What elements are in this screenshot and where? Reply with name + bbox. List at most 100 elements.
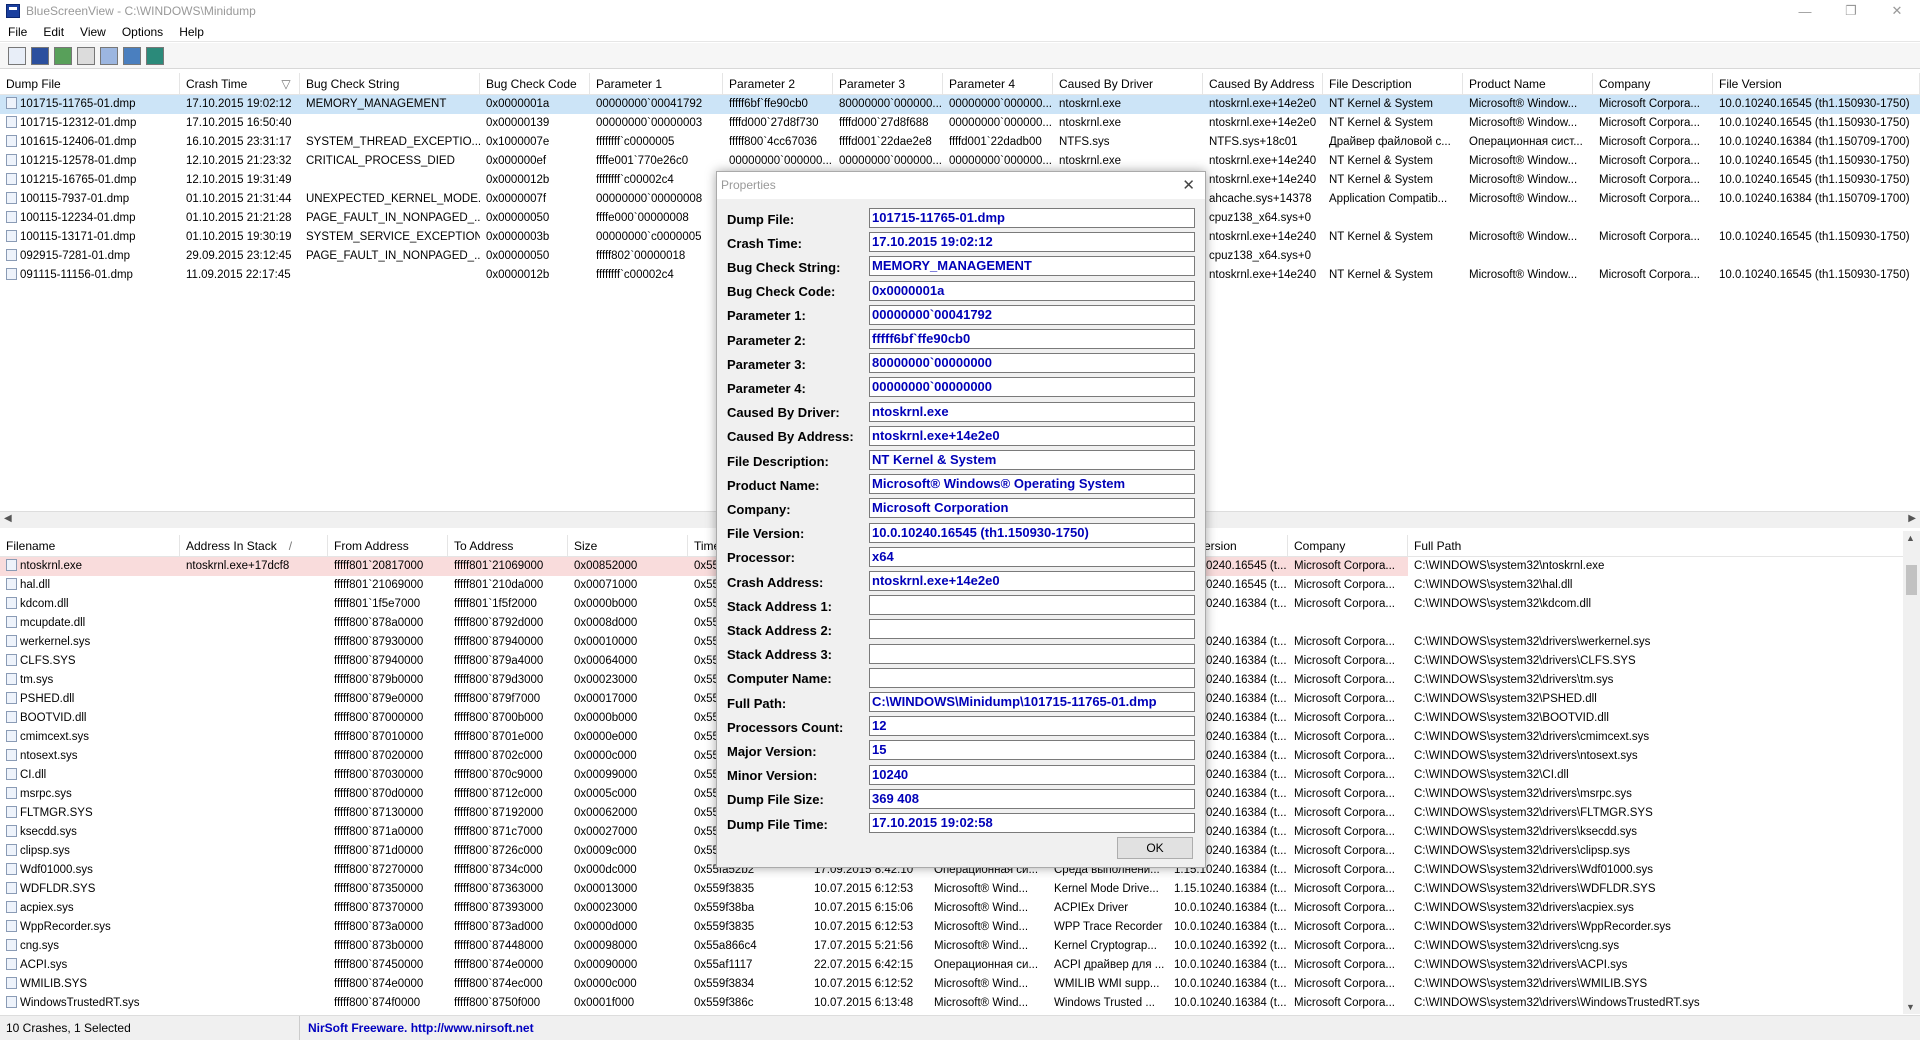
column-header[interactable]: File Version bbox=[1713, 73, 1920, 94]
column-header[interactable]: File Description bbox=[1323, 73, 1463, 94]
driver-cell bbox=[180, 823, 328, 842]
driver-cell-text: ACPIEx Driver bbox=[1054, 902, 1129, 914]
crash-cell bbox=[1593, 247, 1713, 266]
crash-row[interactable]: 101615-12406-01.dmp 16.10.2015 23:31:17 SY… bbox=[0, 133, 1920, 152]
driver-row[interactable]: ACPI.sys fffff800`87450000 fffff800`874e00… bbox=[0, 956, 1920, 975]
property-value-field[interactable]: 80000000`00000000 bbox=[869, 353, 1195, 374]
property-value-field[interactable]: ntoskrnl.exe+14e2e0 bbox=[869, 571, 1195, 591]
driver-row[interactable]: WppRecorder.sys fffff800`873a0000 fffff800… bbox=[0, 918, 1920, 937]
property-value-field[interactable]: ntoskrnl.exe+14e2e0 bbox=[869, 425, 1195, 446]
options-icon[interactable] bbox=[100, 46, 118, 65]
crash-cell-text: 00000000`000000... bbox=[729, 155, 832, 167]
scroll-right-icon[interactable]: ▶ bbox=[1908, 513, 1916, 524]
nirsoft-link[interactable]: NirSoft Freeware. http://www.nirsoft.net bbox=[300, 1021, 534, 1035]
property-value-field[interactable] bbox=[869, 595, 1195, 616]
column-header[interactable]: Company bbox=[1593, 73, 1713, 94]
properties-icon[interactable] bbox=[8, 46, 26, 65]
find-icon[interactable] bbox=[123, 46, 141, 65]
column-header[interactable]: Crash Time ▽ bbox=[180, 73, 300, 94]
crash-row[interactable]: 101715-12312-01.dmp 17.10.2015 16:50:40 0x… bbox=[0, 114, 1920, 133]
property-value-field[interactable]: Microsoft® Windows® Operating System bbox=[869, 474, 1195, 495]
refresh-icon[interactable] bbox=[54, 46, 72, 65]
property-value-field[interactable]: fffff6bf`ffe90cb0 bbox=[869, 329, 1195, 349]
column-header[interactable]: Bug Check String bbox=[300, 73, 480, 94]
driver-cell: fffff800`871a0000 bbox=[328, 823, 448, 842]
scroll-up-icon[interactable]: ▲ bbox=[1906, 533, 1915, 543]
column-header[interactable]: Address In Stack / bbox=[180, 535, 328, 556]
menu-edit[interactable]: Edit bbox=[35, 25, 72, 39]
property-value-field[interactable]: NT Kernel & System bbox=[869, 450, 1195, 470]
crash-cell: 01.10.2015 21:31:44 bbox=[180, 190, 300, 209]
exit-icon[interactable] bbox=[146, 46, 164, 65]
dialog-close-icon[interactable]: ✕ bbox=[1182, 172, 1195, 199]
driver-cell-text: fffff800`8750f000 bbox=[454, 997, 541, 1009]
crash-row[interactable]: 101215-12578-01.dmp 12.10.2015 21:23:32 CR… bbox=[0, 152, 1920, 171]
property-value-field[interactable]: 12 bbox=[869, 716, 1195, 737]
driver-cell-text: C:\WINDOWS\system32\kdcom.dll bbox=[1414, 598, 1591, 610]
column-header[interactable]: Caused By Address bbox=[1203, 73, 1323, 94]
driver-cell-text: fffff800`87020000 bbox=[334, 750, 424, 762]
column-header[interactable]: To Address bbox=[448, 535, 568, 556]
driver-row[interactable]: WindowsTrustedRT.sys fffff800`874f0000 fff… bbox=[0, 994, 1920, 1013]
driver-row[interactable]: acpiex.sys fffff800`87370000 fffff800`8739… bbox=[0, 899, 1920, 918]
property-value-field[interactable] bbox=[869, 643, 1195, 664]
property-value-field[interactable]: 15 bbox=[869, 740, 1195, 761]
property-value-field[interactable] bbox=[869, 667, 1195, 688]
column-header[interactable]: Size bbox=[568, 535, 688, 556]
column-header[interactable]: Full Path bbox=[1408, 535, 1920, 556]
scroll-thumb[interactable] bbox=[1906, 565, 1917, 595]
crash-row[interactable]: 101715-11765-01.dmp 17.10.2015 19:02:12 ME… bbox=[0, 95, 1920, 114]
property-value-field[interactable]: 101715-11765-01.dmp bbox=[869, 208, 1195, 228]
ok-button[interactable]: OK bbox=[1117, 837, 1193, 859]
crash-cell: 11.09.2015 22:17:45 bbox=[180, 266, 300, 285]
property-value-field[interactable]: 369 408 bbox=[869, 788, 1195, 809]
menu-view[interactable]: View bbox=[72, 25, 114, 39]
column-header[interactable]: Parameter 2 bbox=[723, 73, 833, 94]
property-value-field[interactable]: 10.0.10240.16545 (th1.150930-1750) bbox=[869, 522, 1195, 543]
driver-row[interactable]: cng.sys fffff800`873b0000 fffff800`8744800… bbox=[0, 937, 1920, 956]
driver-cell-text: fffff800`87030000 bbox=[334, 769, 424, 781]
property-label: Processor: bbox=[727, 550, 795, 566]
column-header[interactable]: Parameter 1 bbox=[590, 73, 723, 94]
maximize-button[interactable]: ❐ bbox=[1828, 0, 1874, 22]
scroll-down-icon[interactable]: ▼ bbox=[1906, 1002, 1915, 1012]
property-value-field[interactable]: MEMORY_MANAGEMENT bbox=[869, 256, 1195, 277]
copy-icon[interactable] bbox=[77, 46, 95, 65]
scroll-left-icon[interactable]: ◀ bbox=[4, 513, 12, 524]
close-button[interactable]: ✕ bbox=[1874, 0, 1920, 22]
property-value-field[interactable]: 0x0000001a bbox=[869, 280, 1195, 301]
property-value-field[interactable]: C:\WINDOWS\Minidump\101715-11765-01.dmp bbox=[869, 692, 1195, 712]
column-header[interactable]: From Address bbox=[328, 535, 448, 556]
property-value-field[interactable]: 00000000`00041792 bbox=[869, 304, 1195, 325]
crash-cell: Microsoft® Window... bbox=[1463, 171, 1593, 190]
menu-help[interactable]: Help bbox=[171, 25, 212, 39]
save-icon[interactable] bbox=[31, 46, 49, 65]
vertical-scrollbar[interactable]: ▲ ▼ bbox=[1903, 531, 1920, 1014]
column-header[interactable]: Caused By Driver bbox=[1053, 73, 1203, 94]
driver-row[interactable]: WMILIB.SYS fffff800`874e0000 fffff800`874e… bbox=[0, 975, 1920, 994]
column-header[interactable]: Company bbox=[1288, 535, 1408, 556]
property-value-field[interactable]: x64 bbox=[869, 546, 1195, 567]
driver-cell: fffff800`873a0000 bbox=[328, 918, 448, 937]
driver-cell-text: Microsoft Corpora... bbox=[1294, 579, 1395, 591]
property-value-field[interactable]: Microsoft Corporation bbox=[869, 498, 1195, 519]
property-value-field[interactable]: 10240 bbox=[869, 764, 1195, 785]
property-value-field[interactable]: 00000000`00000000 bbox=[869, 377, 1195, 398]
column-header[interactable]: Filename bbox=[0, 535, 180, 556]
column-header[interactable]: Bug Check Code bbox=[480, 73, 590, 94]
crash-cell-text: Microsoft Corpora... bbox=[1599, 155, 1700, 167]
property-value-field[interactable]: 17.10.2015 19:02:58 bbox=[869, 813, 1195, 833]
column-header[interactable]: Dump File bbox=[0, 73, 180, 94]
property-value-field[interactable]: 17.10.2015 19:02:12 bbox=[869, 232, 1195, 253]
menu-file[interactable]: File bbox=[0, 25, 35, 39]
column-header[interactable]: Product Name bbox=[1463, 73, 1593, 94]
minimize-button[interactable]: — bbox=[1782, 0, 1828, 22]
crash-cell-text: 10.0.10240.16384 (th1.150709-1700) bbox=[1719, 193, 1910, 205]
column-header[interactable]: Parameter 4 bbox=[943, 73, 1053, 94]
property-value-field[interactable] bbox=[869, 619, 1195, 640]
driver-row[interactable]: WDFLDR.SYS fffff800`87350000 fffff800`8736… bbox=[0, 880, 1920, 899]
column-header[interactable]: Parameter 3 bbox=[833, 73, 943, 94]
property-row: File Description: NT Kernel & System bbox=[727, 450, 1195, 472]
property-value-field[interactable]: ntoskrnl.exe bbox=[869, 401, 1195, 422]
menu-options[interactable]: Options bbox=[114, 25, 171, 39]
